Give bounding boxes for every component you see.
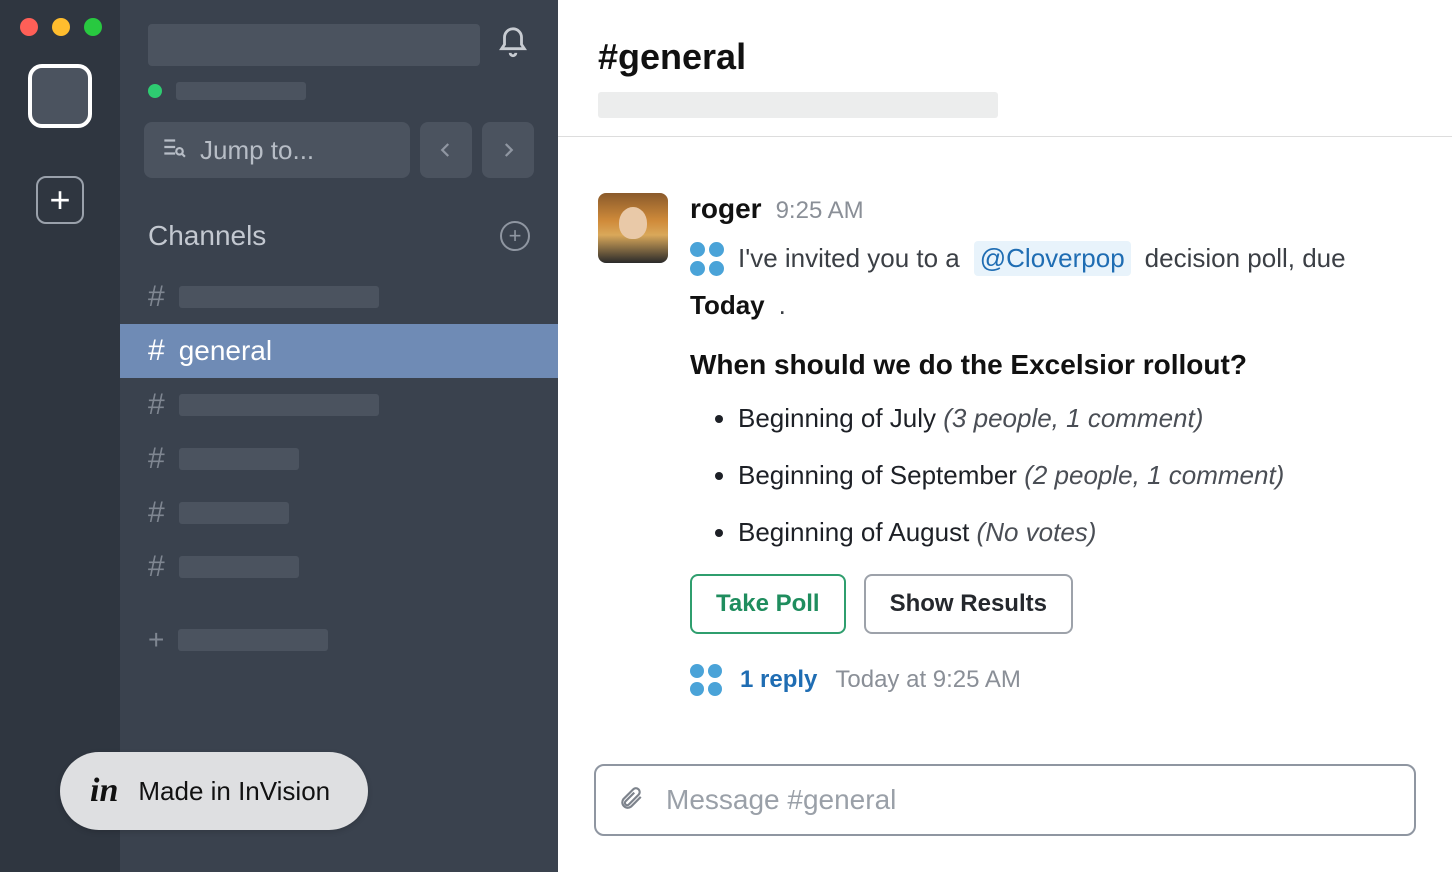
jump-to-label: Jump to...	[200, 135, 314, 166]
poll-option-label: Beginning of September	[738, 460, 1017, 490]
message-time: 9:25 AM	[776, 197, 864, 225]
poll-option-meta: (No votes)	[977, 517, 1097, 547]
thread-summary[interactable]: 1 reply Today at 9:25 AM	[690, 664, 1412, 696]
poll-options: Beginning of July (3 people, 1 comment) …	[690, 403, 1412, 548]
invision-badge-text: Made in InVision	[138, 776, 330, 807]
invite-line: I've invited you to a @Cloverpop decisio…	[690, 241, 1412, 321]
channel-placeholder	[179, 394, 379, 416]
invite-text-prefix: I've invited you to a	[738, 243, 960, 274]
channel-header: #general	[558, 0, 1452, 137]
main-panel: #general roger 9:25 AM I've invited you …	[558, 0, 1452, 872]
poll-actions: Take Poll Show Results	[690, 574, 1412, 634]
channel-item-general[interactable]: # general	[120, 324, 558, 378]
presence-row	[120, 82, 558, 122]
channels-section-header: Channels +	[120, 202, 558, 270]
show-results-button[interactable]: Show Results	[864, 574, 1073, 634]
maximize-window-icon[interactable]	[84, 18, 102, 36]
mention-cloverpop[interactable]: @Cloverpop	[974, 241, 1131, 276]
take-poll-button[interactable]: Take Poll	[690, 574, 846, 634]
hash-icon: #	[148, 334, 165, 368]
hash-icon: #	[148, 550, 165, 584]
message-body: roger 9:25 AM I've invited you to a @Clo…	[690, 193, 1412, 696]
reply-count[interactable]: 1 reply	[740, 666, 817, 694]
avatar[interactable]	[598, 193, 668, 263]
channel-placeholder	[179, 556, 299, 578]
channel-item[interactable]: #	[120, 270, 558, 324]
invision-badge[interactable]: in Made in InVision	[60, 752, 368, 830]
minimize-window-icon[interactable]	[52, 18, 70, 36]
poll-option: Beginning of August (No votes)	[738, 517, 1412, 548]
channel-item[interactable]: #	[120, 432, 558, 486]
plus-icon: +	[148, 624, 164, 656]
close-window-icon[interactable]	[20, 18, 38, 36]
composer-placeholder: Message #general	[666, 784, 896, 816]
channels-title: Channels	[148, 220, 266, 252]
channel-placeholder	[179, 448, 299, 470]
workspace-button[interactable]	[28, 64, 92, 128]
invite-text-middle: decision poll, due	[1145, 243, 1346, 274]
jump-to-input[interactable]: Jump to...	[144, 122, 410, 178]
workspace-name-placeholder[interactable]	[148, 24, 480, 66]
cloverpop-app-icon	[690, 242, 724, 276]
nav-back-button[interactable]	[420, 122, 472, 178]
add-workspace-button[interactable]: +	[36, 176, 84, 224]
channel-item[interactable]: #	[120, 486, 558, 540]
message: roger 9:25 AM I've invited you to a @Clo…	[598, 193, 1412, 696]
jump-row: Jump to...	[120, 122, 558, 202]
channel-label: general	[179, 335, 272, 367]
channel-item[interactable]: #	[120, 540, 558, 594]
app-root: + Jump to...	[0, 0, 1452, 872]
cloverpop-app-icon	[690, 664, 722, 696]
poll-option-label: Beginning of July	[738, 403, 936, 433]
new-channel-placeholder	[178, 629, 328, 651]
sidebar-header	[120, 0, 558, 82]
invision-logo-icon: in	[90, 772, 118, 810]
poll-option-label: Beginning of August	[738, 517, 969, 547]
workspace-rail: +	[0, 0, 120, 872]
new-channel-row[interactable]: +	[120, 594, 558, 686]
channel-item[interactable]: #	[120, 378, 558, 432]
reply-time: Today at 9:25 AM	[835, 666, 1020, 694]
poll-question: When should we do the Excelsior rollout?	[690, 349, 1412, 381]
add-channel-button[interactable]: +	[500, 221, 530, 251]
poll-option: Beginning of July (3 people, 1 comment)	[738, 403, 1412, 434]
hash-icon: #	[148, 496, 165, 530]
hash-icon: #	[148, 442, 165, 476]
invite-due: Today	[690, 290, 765, 321]
poll-option: Beginning of September (2 people, 1 comm…	[738, 460, 1412, 491]
message-area: roger 9:25 AM I've invited you to a @Clo…	[558, 137, 1452, 748]
username-placeholder	[176, 82, 306, 100]
nav-forward-button[interactable]	[482, 122, 534, 178]
message-composer[interactable]: Message #general	[594, 764, 1416, 836]
poll-option-meta: (2 people, 1 comment)	[1024, 460, 1284, 490]
channel-title: #general	[598, 36, 1412, 78]
presence-indicator-icon	[148, 84, 162, 98]
hash-icon: #	[148, 388, 165, 422]
poll-option-meta: (3 people, 1 comment)	[943, 403, 1203, 433]
attachment-paperclip-icon[interactable]	[618, 783, 644, 818]
window-controls	[20, 18, 102, 36]
message-header: roger 9:25 AM	[690, 193, 1412, 225]
invite-text-suffix: .	[779, 290, 786, 321]
notifications-bell-icon[interactable]	[496, 26, 530, 65]
channel-placeholder	[179, 502, 289, 524]
message-author[interactable]: roger	[690, 193, 762, 225]
composer-wrap: Message #general	[558, 748, 1452, 872]
channel-topic-placeholder	[598, 92, 998, 118]
jump-search-icon	[160, 134, 186, 167]
hash-icon: #	[148, 280, 165, 314]
sidebar: Jump to... Channels + # # general # #	[120, 0, 558, 872]
channel-placeholder	[179, 286, 379, 308]
